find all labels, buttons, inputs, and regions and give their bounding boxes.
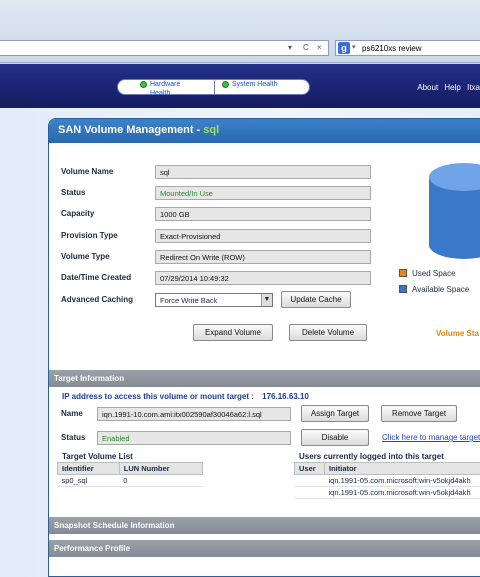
- logged-users-table: User Initiator iqn.1991-05.com.microsoft…: [294, 462, 480, 499]
- hardware-health-link[interactable]: Hardware Health: [150, 80, 196, 98]
- volume-type-field: Redirect On Write (ROW): [155, 250, 371, 264]
- browser-search-box[interactable]: g ▾ ps6210xs review: [335, 40, 480, 56]
- status-green-icon: [140, 81, 147, 88]
- status-field: Mounted/In Use: [155, 186, 371, 200]
- column-header: LUN Number: [118, 462, 204, 475]
- used-swatch: [399, 269, 407, 277]
- dropdown-icon[interactable]: ▾: [288, 43, 292, 52]
- search-input[interactable]: ps6210xs review: [362, 44, 422, 53]
- chevron-down-icon[interactable]: ▾: [352, 43, 356, 51]
- target-volume-list-title: Target Volume List: [62, 452, 133, 461]
- legend-used: Used Space: [399, 269, 456, 278]
- update-cache-button[interactable]: Update Cache: [281, 291, 351, 308]
- user-link[interactable]: Itxa: [467, 83, 480, 92]
- snapshot-schedule-header[interactable]: Snapshot Schedule Information: [49, 517, 480, 534]
- delete-volume-button[interactable]: Delete Volume: [289, 324, 367, 341]
- column-header: Initiator: [324, 462, 480, 475]
- volume-name-title: sql: [203, 124, 220, 136]
- volume-name-field: sql: [155, 165, 371, 179]
- about-link[interactable]: About: [417, 83, 438, 92]
- logged-users-title: Users currently logged into this target: [299, 452, 444, 461]
- close-icon[interactable]: ×: [317, 43, 322, 52]
- volume-stats-label: Volume Sta: [436, 329, 479, 338]
- system-health-link[interactable]: System Health: [232, 80, 278, 89]
- google-icon[interactable]: g: [338, 42, 350, 54]
- capacity-field: 1000 GB: [155, 207, 371, 221]
- ip-address-line: IP address to access this volume or moun…: [62, 392, 309, 401]
- expand-volume-button[interactable]: Expand Volume: [193, 324, 273, 341]
- manage-target-link[interactable]: Click here to manage target: [382, 433, 480, 442]
- column-header: Identifier: [57, 462, 120, 475]
- table-row[interactable]: sp0_sql 0: [57, 474, 203, 487]
- remove-target-button[interactable]: Remove Target: [381, 405, 457, 422]
- disable-button[interactable]: Disable: [301, 429, 369, 446]
- divider: [214, 81, 215, 94]
- performance-profile-header[interactable]: Performance Profile: [49, 540, 480, 557]
- column-header: User: [294, 462, 325, 475]
- address-bar[interactable]: ▾ C ×: [0, 40, 329, 56]
- storage-cylinder-icon: [429, 163, 480, 259]
- created-field: 07/29/2014 10:49:32: [155, 271, 371, 285]
- caching-select[interactable]: Force Write Back ▼: [155, 293, 273, 307]
- target-volume-table: Identifier LUN Number sp0_sql 0: [57, 462, 204, 487]
- target-status-field: Enabled: [97, 431, 291, 445]
- table-row[interactable]: iqn.1991-05.com.microsoft:win-v5okjd4akh: [294, 486, 480, 499]
- assign-target-button[interactable]: Assign Target: [301, 405, 369, 422]
- app-header: Hardware Health System Health About Help…: [0, 64, 480, 108]
- san-volume-panel: SAN Volume Management - sql Volume Name …: [48, 118, 480, 577]
- panel-title: SAN Volume Management - sql: [49, 119, 480, 143]
- available-swatch: [399, 285, 407, 293]
- browser-chrome: ▾ C × g ▾ ps6210xs review: [0, 0, 480, 63]
- status-green-icon: [222, 81, 229, 88]
- target-name-field: iqn.1991-10.com.ami:itx002590af30046a62:…: [97, 407, 291, 421]
- refresh-icon[interactable]: C: [303, 43, 309, 52]
- target-information-header[interactable]: Target Information: [49, 370, 480, 387]
- legend-available: Available Space: [399, 285, 469, 294]
- table-row[interactable]: iqn.1991-05.com.microsoft:win-v5okjd4akh: [294, 474, 480, 487]
- top-links: About Help Itxa: [413, 83, 480, 92]
- provision-field: Exact-Provisioned: [155, 229, 371, 243]
- ip-address: 176.16.63.10: [262, 392, 309, 401]
- chevron-down-icon[interactable]: ▼: [261, 294, 272, 306]
- health-status-bar: Hardware Health System Health: [117, 79, 310, 98]
- help-link[interactable]: Help: [444, 83, 460, 92]
